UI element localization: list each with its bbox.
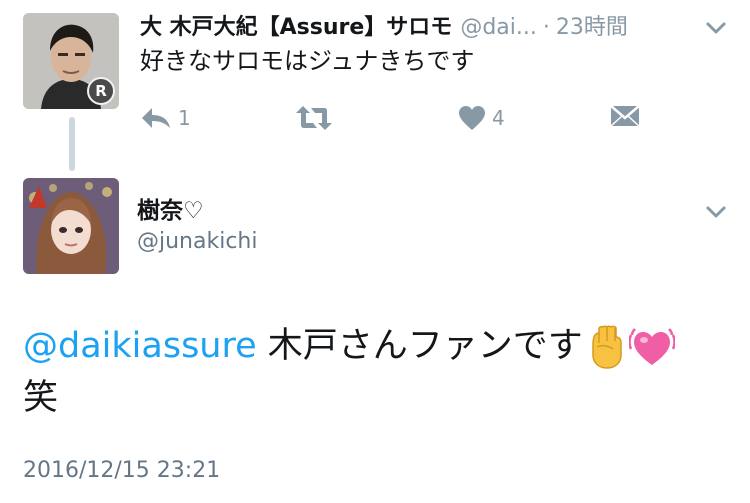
tweet2-display-name[interactable]: 樹奈♡ bbox=[137, 196, 204, 226]
raised-fist-emoji-icon bbox=[592, 325, 622, 369]
tweet2-mention-link[interactable]: @daikiassure bbox=[23, 326, 257, 366]
tweet2-handle[interactable]: @junakichi bbox=[137, 227, 257, 257]
like-count: 4 bbox=[492, 106, 505, 130]
tweet1-display-name[interactable]: 大 木戸大紀【Assure】サロモ bbox=[140, 15, 452, 40]
retweet-icon bbox=[296, 106, 332, 130]
heart-icon bbox=[459, 106, 485, 130]
tweet1-time[interactable]: 23時間 bbox=[556, 15, 628, 40]
tweet1-handle[interactable]: @dai... bbox=[460, 15, 537, 40]
tweet1-separator: · bbox=[542, 15, 550, 40]
direct-message-icon bbox=[610, 105, 640, 127]
chevron-down-icon[interactable] bbox=[706, 205, 726, 219]
tweet2-text: @daikiassure 木戸さんファンです 笑 bbox=[23, 320, 723, 424]
tweet1-header: 大 木戸大紀【Assure】サロモ @dai... · 23時間 bbox=[140, 11, 700, 45]
tweet2-text-line2: 笑 bbox=[23, 378, 59, 418]
tweet2-timestamp[interactable]: 2016/12/15 23:21 bbox=[23, 454, 220, 488]
growing-heart-emoji-icon bbox=[628, 328, 675, 365]
retweet-button[interactable] bbox=[295, 100, 333, 136]
reply-icon bbox=[142, 108, 170, 128]
like-button[interactable]: 4 bbox=[458, 100, 505, 136]
avatar-daiki[interactable]: R bbox=[23, 13, 119, 109]
avatar-junakichi[interactable] bbox=[23, 178, 119, 274]
chevron-down-icon[interactable] bbox=[706, 21, 726, 35]
direct-message-button[interactable] bbox=[610, 100, 640, 136]
tweet1-text: 好きなサロモはジュナきちです bbox=[140, 47, 475, 75]
tweet2-text-main: 木戸さんファンです bbox=[256, 326, 583, 366]
reply-button[interactable]: 1 bbox=[140, 100, 191, 136]
reply-count: 1 bbox=[178, 106, 191, 130]
thread-connector-line bbox=[69, 117, 75, 171]
avatar-junakichi-image bbox=[23, 178, 119, 274]
avatar-badge-icon: R bbox=[87, 77, 115, 105]
